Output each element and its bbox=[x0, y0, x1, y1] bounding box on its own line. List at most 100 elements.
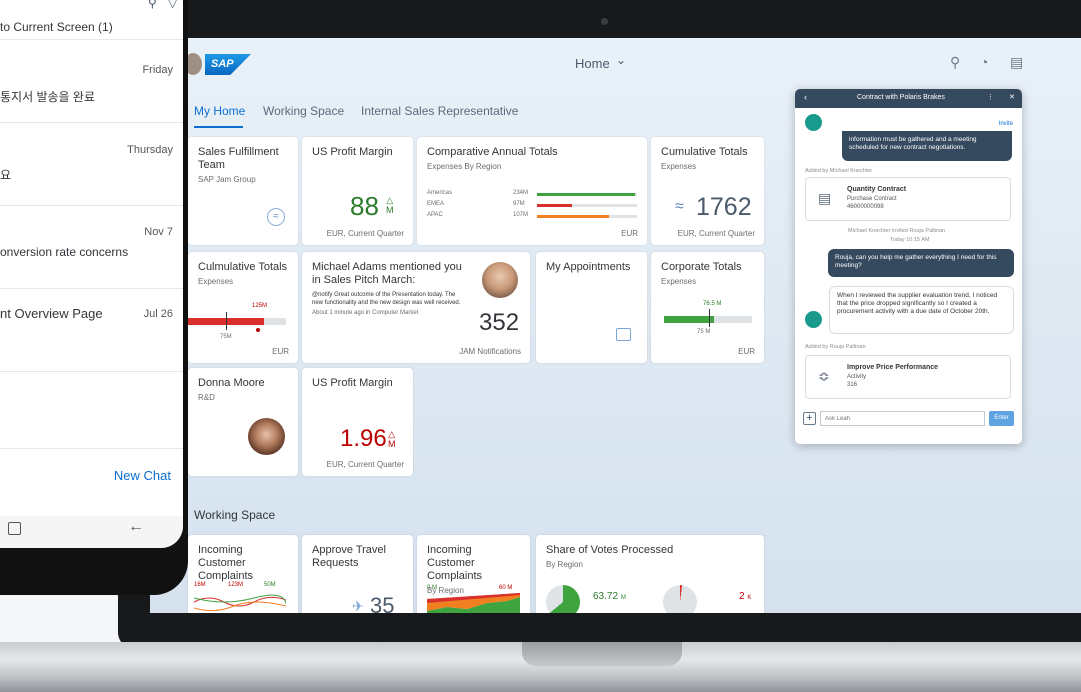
tile-footer: EUR bbox=[621, 229, 638, 238]
item-text: onversion rate concerns bbox=[0, 245, 129, 259]
tile-title: My Appointments bbox=[546, 261, 631, 273]
item-date: Jul 26 bbox=[143, 308, 173, 320]
actual-label: 75 M bbox=[697, 329, 711, 335]
value-text: 63.72 bbox=[593, 591, 619, 602]
bar-track bbox=[537, 215, 637, 218]
tile-title: Incoming Customer Complaints bbox=[427, 544, 483, 582]
bullet-track bbox=[264, 318, 286, 325]
contract-icon: ▤ bbox=[818, 190, 832, 206]
shell-title[interactable]: Home bbox=[575, 56, 610, 71]
item-date: Friday bbox=[142, 64, 173, 76]
tile-approve-travel[interactable]: Approve Travel Requests ✈ 35 bbox=[302, 535, 413, 613]
tile-subtitle: R&D bbox=[198, 393, 215, 402]
filter-icon[interactable]: ▽ bbox=[168, 0, 177, 10]
chat-message: information must be gathered and a meeti… bbox=[842, 131, 1012, 161]
notifications-icon[interactable]: ◔ bbox=[980, 54, 988, 70]
close-icon[interactable]: ✕ bbox=[1009, 93, 1015, 101]
tile-sales-fulfillment[interactable]: Sales Fulfillment Team SAP Jam Group ≈ bbox=[188, 137, 298, 245]
more-icon[interactable]: ⋮ bbox=[987, 93, 994, 101]
tile-us-profit-margin[interactable]: US Profit Margin 88 △ M EUR, Current Quar… bbox=[302, 137, 413, 245]
tab-my-home[interactable]: My Home bbox=[194, 104, 245, 118]
michael-adams-avatar bbox=[482, 262, 518, 298]
kpi-value: 1.96 bbox=[340, 425, 387, 452]
invite-note: Michael Knechter invited Rouja Paltinan bbox=[848, 228, 946, 234]
value-text: 2 bbox=[739, 591, 745, 602]
series-label: 16M bbox=[194, 582, 206, 588]
radial-chart-2 bbox=[663, 585, 697, 613]
tile-my-appointments[interactable]: My Appointments bbox=[536, 252, 647, 363]
recent-apps-icon[interactable] bbox=[8, 522, 21, 535]
back-arrow-icon[interactable]: ← bbox=[128, 518, 144, 536]
tile-jam-mention[interactable]: Michael Adams mentioned you in Sales Pit… bbox=[302, 252, 530, 363]
tile-cumulative-totals[interactable]: Cumulative Totals Expenses ≈ 1762 EUR, C… bbox=[651, 137, 764, 245]
list-item[interactable]: Thursday 요 bbox=[0, 124, 183, 206]
bullet-marker bbox=[709, 309, 710, 327]
tile-incoming-complaints[interactable]: Incoming Customer Complaints 16M 123M 50… bbox=[188, 535, 298, 613]
tile-comparative-annual-totals[interactable]: Comparative Annual Totals Expenses By Re… bbox=[417, 137, 647, 245]
radial-chart-1 bbox=[546, 585, 580, 613]
tile-donna-moore[interactable]: Donna Moore R&D bbox=[188, 368, 298, 476]
radial-value-2: 2 K bbox=[739, 591, 751, 602]
invite-link[interactable]: Invite bbox=[999, 121, 1013, 127]
card-line: 316 bbox=[847, 382, 858, 388]
tile-footer: EUR bbox=[738, 347, 755, 356]
menu-icon[interactable]: ▤ bbox=[1010, 54, 1023, 71]
laptop-screen: SAP Home ⌄ ⚲ ◔ ▤ My Home Working Space I… bbox=[150, 38, 1081, 613]
bar-label: Americas bbox=[427, 190, 453, 196]
kpi-value: 35 bbox=[370, 593, 395, 613]
tile-title: Sales Fulfillment Team bbox=[198, 146, 279, 171]
attachment-card[interactable]: ▤ Quantity Contract Purchase Contract 46… bbox=[805, 177, 1011, 221]
chat-input-row: + Enter bbox=[803, 410, 1014, 428]
divider bbox=[0, 448, 183, 449]
radial-value-1: 63.72 M bbox=[593, 591, 626, 602]
axis-label: 0 M bbox=[427, 585, 438, 591]
list-item[interactable]: Friday 통지서 발송을 완료 bbox=[0, 41, 183, 123]
series-label: 50M bbox=[264, 582, 276, 588]
tile-footer: JAM Notifications bbox=[459, 347, 521, 356]
list-item[interactable]: Jul 26 nt Overview Page bbox=[0, 290, 183, 372]
tile-title: Approve Travel Requests bbox=[312, 544, 386, 569]
series-label: 123M bbox=[228, 582, 244, 588]
phone-nav-bar: ← bbox=[0, 516, 183, 548]
bar-value: 234M bbox=[513, 190, 529, 196]
new-chat-button[interactable]: New Chat bbox=[114, 468, 171, 483]
tab-internal-sales-rep[interactable]: Internal Sales Representative bbox=[361, 104, 518, 118]
search-icon[interactable]: ⚲ bbox=[148, 0, 157, 10]
tile-subtitle: SAP Jam Group bbox=[198, 175, 256, 184]
tile-footer: EUR, Current Quarter bbox=[326, 229, 404, 238]
laptop-notch bbox=[522, 642, 682, 666]
kpi-indicator: △ M bbox=[386, 195, 394, 215]
chat-message: When I reviewed the supplier evaluation … bbox=[829, 286, 1014, 334]
enter-button[interactable]: Enter bbox=[989, 411, 1014, 426]
kpi-value: 352 bbox=[479, 309, 520, 336]
search-icon[interactable]: ⚲ bbox=[950, 54, 960, 71]
attachment-card[interactable]: ≎ Improve Price Performance Activity 316 bbox=[805, 355, 1011, 399]
kpi-value: 88 bbox=[350, 191, 379, 221]
list-item[interactable]: Nov 7 onversion rate concerns bbox=[0, 207, 183, 289]
back-icon[interactable]: ‹ bbox=[804, 92, 807, 102]
chevron-down-icon[interactable]: ⌄ bbox=[616, 53, 626, 67]
tile-share-of-votes[interactable]: Share of Votes Processed By Region 63.72… bbox=[536, 535, 764, 613]
tile-title: Share of Votes Processed bbox=[546, 544, 674, 556]
bar-fill bbox=[537, 215, 609, 218]
tile-title: Incoming Customer Complaints bbox=[198, 544, 254, 582]
target-label: 76.5 M bbox=[703, 301, 722, 307]
chat-input[interactable] bbox=[820, 411, 985, 426]
tile-incoming-complaints-region[interactable]: Incoming Customer Complaints By Region 0… bbox=[417, 535, 530, 613]
item-date: Thursday bbox=[127, 144, 173, 156]
tab-working-space[interactable]: Working Space bbox=[263, 104, 344, 118]
stacked-area-chart bbox=[427, 593, 520, 613]
chat-popover: ‹ Contract with Polaris Brakes ⋮ ✕ Invit… bbox=[795, 89, 1022, 444]
bar-row: Americas 234M bbox=[427, 190, 637, 200]
target-label: 125M bbox=[252, 303, 268, 309]
add-icon[interactable]: + bbox=[803, 412, 816, 425]
bullet-marker bbox=[226, 312, 227, 330]
tile-culmulative-totals[interactable]: Culmulative Totals Expenses 125M 75M EUR bbox=[188, 252, 298, 363]
value-unit: M bbox=[620, 595, 626, 601]
tile-us-profit-margin-2[interactable]: US Profit Margin 1.96 △ M EUR, Current Qu… bbox=[302, 368, 413, 476]
chat-title: Contract with Polaris Brakes bbox=[857, 94, 945, 101]
added-by-label: Added by Rouja Paltinan bbox=[805, 344, 866, 350]
calendar-icon bbox=[616, 328, 631, 341]
bar-label: APAC bbox=[427, 212, 443, 218]
tile-corporate-totals[interactable]: Corporate Totals Expenses 76.5 M 75 M EU… bbox=[651, 252, 764, 363]
